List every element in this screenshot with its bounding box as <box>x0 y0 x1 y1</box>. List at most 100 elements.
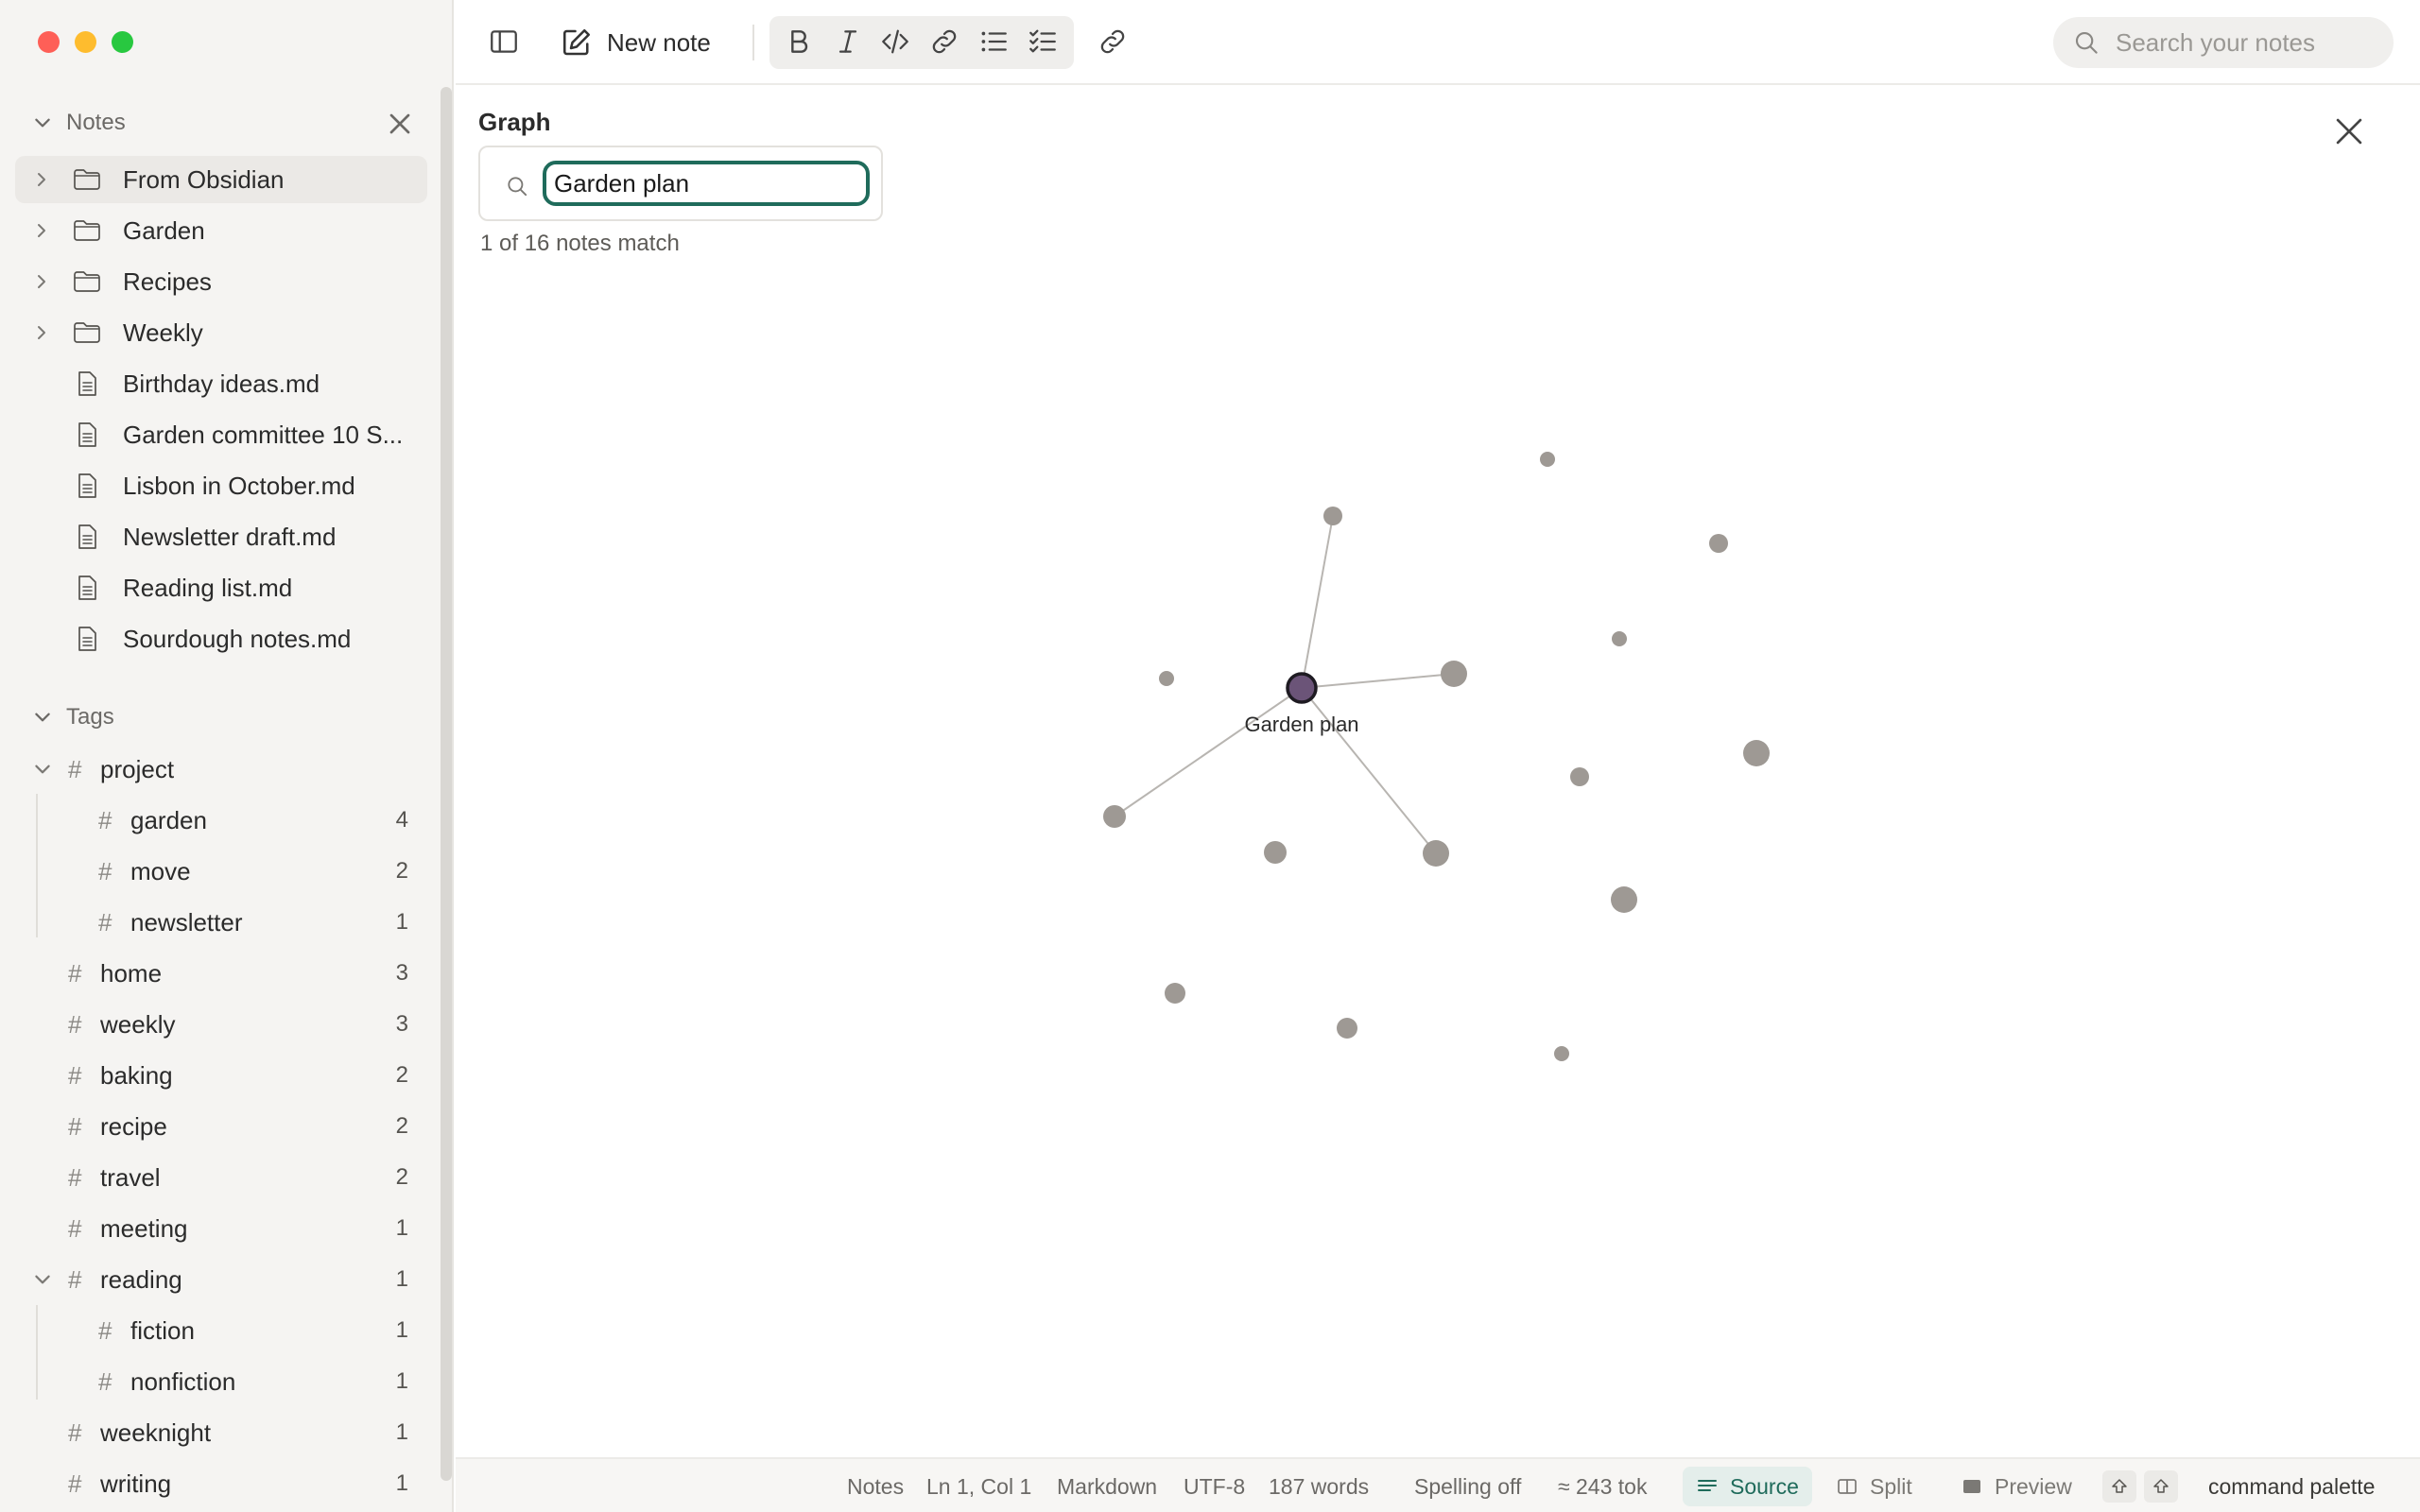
insert-link-button[interactable] <box>1095 24 1131 60</box>
note-item[interactable]: Lisbon in October.md <box>15 462 427 509</box>
bold-button[interactable] <box>781 24 817 60</box>
code-button[interactable] <box>877 24 913 60</box>
italic-button[interactable] <box>830 24 866 60</box>
sidebar-scrollbar[interactable] <box>441 87 452 1481</box>
tag-item[interactable]: # meeting 1 <box>0 1205 435 1252</box>
graph-node[interactable] <box>1323 507 1342 525</box>
graph-node[interactable] <box>1165 983 1185 1004</box>
command-palette-hint[interactable]: command palette <box>2208 1474 2375 1500</box>
note-item[interactable]: Birthday ideas.md <box>15 360 427 407</box>
chevron-down-icon[interactable] <box>32 759 53 780</box>
graph-node[interactable] <box>1554 1046 1569 1061</box>
chevron-right-icon[interactable] <box>32 170 51 189</box>
chevron-down-icon <box>35 713 50 722</box>
tree-item-label: Reading list.md <box>123 573 293 602</box>
tag-item[interactable]: # weekly 3 <box>0 1001 435 1048</box>
link-icon <box>932 29 957 54</box>
tag-item[interactable]: # travel 2 <box>0 1154 435 1201</box>
note-item[interactable]: Sourdough notes.md <box>15 615 427 662</box>
tag-item[interactable]: # recipe 2 <box>0 1103 435 1150</box>
graph-node[interactable] <box>1540 452 1555 467</box>
tag-item[interactable]: # writing 1 <box>0 1460 435 1507</box>
folder-item[interactable]: Weekly <box>15 309 427 356</box>
document-icon <box>78 524 96 549</box>
tag-item[interactable]: # baking 2 <box>0 1052 435 1099</box>
graph-node[interactable] <box>1441 661 1467 687</box>
split-mode-button[interactable]: Split <box>1823 1467 1926 1506</box>
chevron-down-icon[interactable] <box>32 1269 53 1290</box>
new-note-button[interactable]: New note <box>560 21 711 64</box>
chevron-right-icon[interactable] <box>32 272 51 291</box>
close-window-button[interactable] <box>38 31 60 53</box>
zoom-window-button[interactable] <box>112 31 133 53</box>
tag-label: project <box>100 754 175 783</box>
link-button[interactable] <box>926 24 962 60</box>
graph-canvas[interactable]: Garden plan <box>456 87 2420 1457</box>
note-item[interactable]: Reading list.md <box>15 564 427 611</box>
tag-item[interactable]: # project <box>0 746 435 793</box>
shift-key-badge <box>2102 1470 2136 1503</box>
graph-node[interactable] <box>1709 534 1728 553</box>
graph-node[interactable] <box>1159 671 1174 686</box>
graph-node-label: Garden plan <box>1244 713 1358 736</box>
note-item[interactable]: Garden committee 10 S... <box>15 411 427 458</box>
search-icon <box>2075 31 2098 54</box>
bullet-list-button[interactable] <box>976 24 1011 60</box>
tag-item[interactable]: # nonfiction 1 <box>0 1358 435 1405</box>
lines-icon <box>1698 1480 1717 1491</box>
graph-node[interactable] <box>1743 740 1770 766</box>
folder-item[interactable]: Recipes <box>15 258 427 305</box>
status-language: Markdown <box>1057 1474 1158 1499</box>
graph-node[interactable] <box>1612 631 1627 646</box>
tree-item-label: Birthday ideas.md <box>123 369 320 398</box>
graph-node[interactable] <box>1264 841 1287 864</box>
sidebar: Notes From Obsidian Garden Recipes Weekly Bi… <box>0 0 454 1512</box>
status-notes: Notes <box>847 1474 905 1499</box>
checklist-button[interactable] <box>1025 24 1061 60</box>
tag-label: writing <box>100 1469 172 1498</box>
graph-node[interactable] <box>1423 840 1449 867</box>
note-item[interactable]: Newsletter draft.md <box>15 513 427 560</box>
tag-item[interactable]: # move 2 <box>0 848 435 895</box>
hash-icon: # <box>68 1060 82 1090</box>
tag-count: 4 <box>395 807 408 833</box>
chevron-right-icon[interactable] <box>32 323 51 342</box>
hash-icon: # <box>68 1264 82 1294</box>
tag-item[interactable]: # newsletter 1 <box>0 899 435 946</box>
link-icon <box>1100 29 1125 54</box>
graph-node[interactable] <box>1103 805 1126 828</box>
tree-item-label: From Obsidian <box>123 164 285 194</box>
close-icon[interactable] <box>2333 115 2365 147</box>
graph-node[interactable] <box>1337 1018 1357 1039</box>
tags-section-header[interactable]: Tags <box>32 698 114 736</box>
graph-node-focused[interactable] <box>1286 672 1318 704</box>
tag-label: nonfiction <box>130 1366 236 1396</box>
graph-node[interactable] <box>1611 886 1637 913</box>
document-icon <box>78 422 96 447</box>
tree-item-label: Weekly <box>123 318 203 347</box>
chevron-right-icon[interactable] <box>32 221 51 240</box>
tags-section-label: Tags <box>66 704 114 730</box>
tag-count: 1 <box>395 1470 408 1496</box>
tag-item[interactable]: # weeknight 1 <box>0 1409 435 1456</box>
status-spelling[interactable]: Spelling off <box>1414 1474 1521 1500</box>
source-mode-button[interactable]: Source <box>1683 1467 1812 1506</box>
folder-item[interactable]: From Obsidian <box>15 156 427 203</box>
tag-label: baking <box>100 1060 173 1090</box>
minimize-window-button[interactable] <box>75 31 96 53</box>
search-notes-input[interactable]: Search your notes <box>2053 17 2394 68</box>
tag-item[interactable]: # home 3 <box>0 950 435 997</box>
graph-node[interactable] <box>1570 767 1589 786</box>
graph-filter-input[interactable] <box>543 161 870 206</box>
toggle-sidebar-button[interactable] <box>486 24 522 60</box>
preview-mode-button[interactable]: Preview <box>1947 1467 2085 1506</box>
hash-icon: # <box>68 1162 82 1192</box>
notes-section-label: Notes <box>66 110 126 135</box>
folder-icon <box>74 322 100 343</box>
tag-item[interactable]: # reading 1 <box>0 1256 435 1303</box>
folder-item[interactable]: Garden <box>15 207 427 254</box>
close-icon[interactable] <box>386 110 414 138</box>
notes-section-header[interactable]: Notes <box>32 104 126 142</box>
tag-item[interactable]: # garden 4 <box>0 797 435 844</box>
tag-item[interactable]: # fiction 1 <box>0 1307 435 1354</box>
